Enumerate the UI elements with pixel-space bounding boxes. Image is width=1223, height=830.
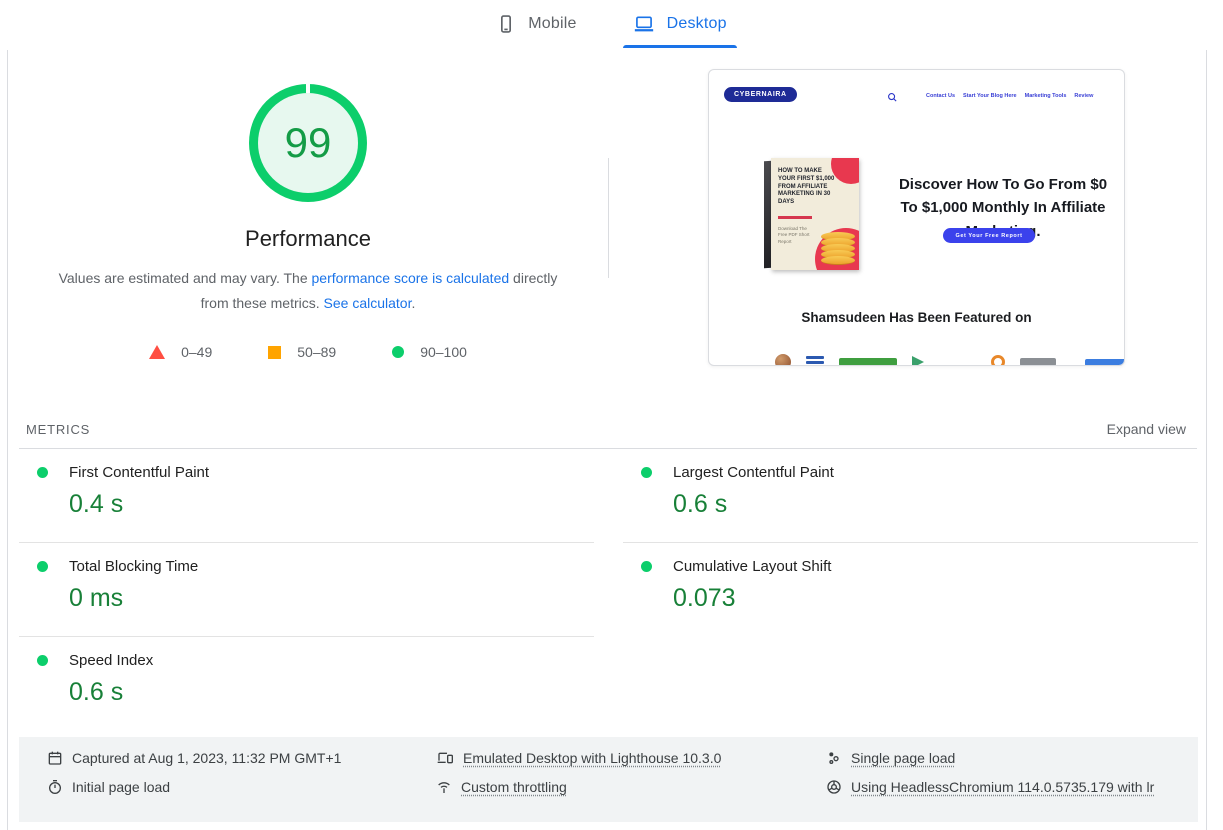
free-report-button: Get Your Free Report	[943, 228, 1035, 243]
performance-title: Performance	[245, 226, 371, 251]
ebook-title: HOW TO MAKE YOUR FIRST $1,000 FROM AFFIL…	[778, 168, 835, 206]
metrics-column-right: Largest Contentful Paint 0.6 s Cumulativ…	[623, 449, 1198, 637]
search-icon	[887, 90, 898, 108]
throttling-icon	[436, 779, 452, 795]
pagespeed-report: Mobile Desktop 99 Performance Values are…	[0, 0, 1223, 830]
arrow-logo	[912, 356, 924, 365]
legend-average: 50–89	[268, 344, 336, 360]
orange-ring-logo	[991, 355, 1005, 365]
metric-label: Speed Index	[69, 652, 154, 669]
score-disclaimer: Values are estimated and may vary. The p…	[58, 266, 558, 316]
bars-logo	[806, 355, 824, 366]
desktop-icon	[633, 14, 655, 34]
featured-heading: Shamsudeen Has Been Featured on	[801, 310, 1032, 325]
site-nav: Contact Us Start Your Blog Here Marketin…	[926, 93, 1093, 99]
report-card: 99 Performance Values are estimated and …	[7, 50, 1207, 830]
devices-icon	[436, 750, 454, 766]
average-square-icon	[268, 345, 282, 359]
coins-illustration	[821, 232, 855, 265]
site-nav-link: Marketing Tools	[1024, 93, 1067, 99]
metric-largest-contentful-paint: Largest Contentful Paint 0.6 s	[623, 449, 1198, 543]
legend-fail: 0–49	[149, 344, 212, 360]
pass-circle-icon	[392, 346, 405, 358]
active-tab-underline	[622, 45, 737, 48]
metric-speed-index: Speed Index 0.6 s	[19, 637, 594, 731]
metric-value: 0.4 s	[69, 490, 124, 518]
summary-divider	[608, 158, 609, 278]
fail-triangle-icon	[149, 345, 166, 359]
site-nav-link: Review	[1074, 93, 1094, 99]
legend-average-range: 50–89	[297, 344, 337, 360]
initial-page-load: Initial page load	[47, 779, 341, 795]
single-page-load: Single page load	[826, 750, 1154, 766]
chromium-version: Using HeadlessChromium 114.0.5735.179 wi…	[826, 779, 1154, 795]
single-page-load-text: Single page load	[851, 750, 956, 766]
pass-dot-icon	[641, 561, 652, 572]
tab-mobile-label: Mobile	[528, 15, 577, 32]
custom-throttling: Custom throttling	[436, 779, 721, 795]
calendar-icon	[47, 750, 63, 766]
final-screenshot-thumbnail[interactable]: CYBERNAIRA Contact Us Start Your Blog He…	[708, 69, 1125, 366]
see-calculator-link[interactable]: See calculator	[324, 295, 412, 311]
device-tabbar: Mobile Desktop	[0, 0, 1223, 48]
site-nav-link: Start Your Blog Here	[963, 93, 1017, 99]
metric-value: 0.6 s	[673, 490, 728, 518]
pass-dot-icon	[37, 467, 48, 478]
emulated-device-text: Emulated Desktop with Lighthouse 10.3.0	[463, 750, 722, 766]
featured-logos-strip	[775, 354, 1124, 366]
captured-at-text: Captured at Aug 1, 2023, 11:32 PM GMT+1	[72, 750, 342, 766]
tab-desktop-label: Desktop	[666, 15, 727, 32]
ebook-front: HOW TO MAKE YOUR FIRST $1,000 FROM AFFIL…	[771, 158, 859, 270]
metric-value: 0.073	[673, 584, 736, 612]
ebook-cover: HOW TO MAKE YOUR FIRST $1,000 FROM AFFIL…	[764, 158, 859, 270]
metric-first-contentful-paint: First Contentful Paint 0.4 s	[19, 449, 594, 543]
metric-label: Cumulative Layout Shift	[673, 558, 832, 575]
legend-fail-range: 0–49	[181, 344, 213, 360]
metric-value: 0.6 s	[69, 678, 124, 706]
gray-wordmark-logo	[1020, 358, 1056, 365]
disclaimer-text-3: .	[411, 295, 416, 311]
metrics-column-left: First Contentful Paint 0.4 s Total Block…	[19, 449, 594, 731]
ebook-download-text: Download The Free PDF Short Report	[778, 226, 810, 244]
site-logo: CYBERNAIRA	[724, 87, 797, 102]
metric-cumulative-layout-shift: Cumulative Layout Shift 0.073	[623, 543, 1198, 637]
disclaimer-text-1: Values are estimated and may vary. The	[58, 270, 312, 286]
performance-score-gauge[interactable]: 99	[249, 84, 367, 202]
avatar	[775, 354, 791, 365]
performance-score-value: 99	[258, 93, 358, 193]
chromium-icon	[826, 779, 842, 795]
legend-pass-range: 90–100	[420, 344, 467, 360]
page-load-icon	[826, 750, 842, 766]
initial-page-load-text: Initial page load	[72, 779, 171, 795]
metric-label: Total Blocking Time	[69, 558, 199, 575]
score-legend: 0–49 50–89 90–100	[149, 344, 467, 360]
custom-throttling-text: Custom throttling	[461, 779, 567, 795]
chromium-version-text: Using HeadlessChromium 114.0.5735.179 wi…	[851, 779, 1155, 795]
pass-dot-icon	[37, 561, 48, 572]
metric-total-blocking-time: Total Blocking Time 0 ms	[19, 543, 594, 637]
metric-label: First Contentful Paint	[69, 464, 210, 481]
site-nav-link: Contact Us	[926, 93, 956, 99]
performance-summary: 99 Performance Values are estimated and …	[8, 50, 608, 360]
run-info-footer: Captured at Aug 1, 2023, 11:32 PM GMT+1 …	[19, 737, 1198, 822]
legend-pass: 90–100	[392, 344, 467, 360]
metrics-heading: METRICS	[26, 422, 91, 437]
mobile-icon	[496, 14, 516, 34]
expand-view-button[interactable]: Expand view	[1107, 421, 1186, 437]
captured-at: Captured at Aug 1, 2023, 11:32 PM GMT+1	[47, 750, 341, 766]
tab-desktop[interactable]: Desktop	[617, 0, 743, 48]
ebook-tagline-bar	[778, 216, 812, 219]
blue-bar-logo	[1085, 358, 1124, 365]
green-wordmark-logo	[839, 358, 897, 365]
pass-dot-icon	[641, 467, 652, 478]
metric-label: Largest Contentful Paint	[673, 464, 834, 481]
score-calc-link[interactable]: performance score is calculated	[312, 270, 510, 286]
metric-value: 0 ms	[69, 584, 124, 612]
pass-dot-icon	[37, 655, 48, 666]
stopwatch-icon	[47, 779, 63, 795]
tab-mobile[interactable]: Mobile	[480, 0, 592, 48]
emulated-device: Emulated Desktop with Lighthouse 10.3.0	[436, 750, 721, 766]
